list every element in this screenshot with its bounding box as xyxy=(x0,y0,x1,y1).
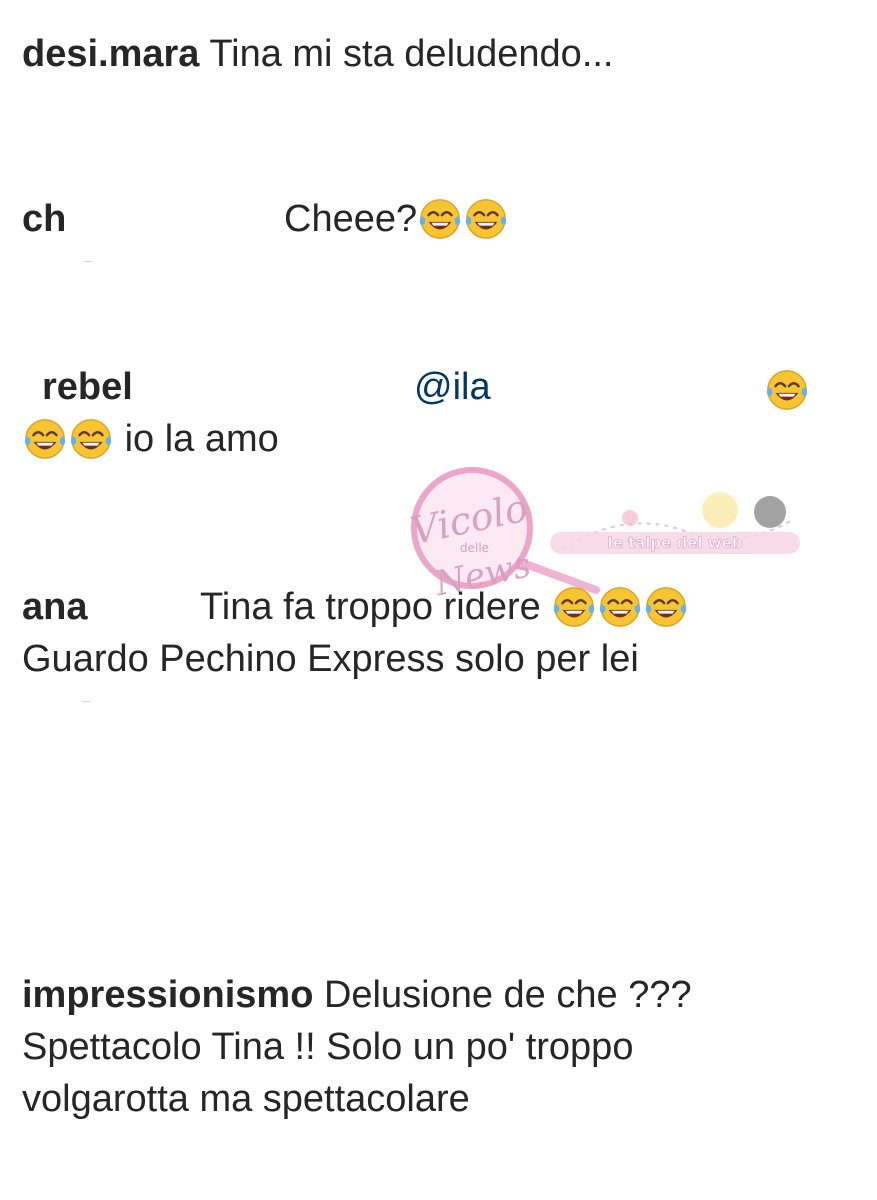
face-with-tears-of-joy-icon xyxy=(22,415,68,461)
comment-username[interactable]: rebel xyxy=(42,366,133,408)
comment-text-row: Tina fa troppo ridere xyxy=(200,581,689,633)
redaction-mark xyxy=(84,261,92,262)
comment-username[interactable]: ch xyxy=(22,198,66,240)
comment-text: Delusione de che ??? xyxy=(323,974,692,1016)
comment-impressionismo: impressionismo Delusione de che ??? xyxy=(22,969,692,1021)
comment-text-row: io la amo xyxy=(22,413,279,465)
comment-username[interactable]: desi.mara xyxy=(22,33,199,75)
face-with-tears-of-joy-icon xyxy=(417,195,463,241)
comment-desi-mara: desi.mara Tina mi sta deludendo... xyxy=(22,28,614,80)
comment-text: volgarotta ma spettacolare xyxy=(22,1078,470,1120)
face-with-tears-of-joy-icon xyxy=(643,583,689,629)
mention-row: @ila xyxy=(414,361,491,413)
comment-rebel: rebel xyxy=(42,361,133,413)
comment-text-row: Guardo Pechino Express solo per lei xyxy=(22,633,639,685)
comment-text-row: Cheee? xyxy=(284,193,509,245)
face-with-tears-of-joy-icon xyxy=(463,195,509,241)
comment-ana: ana xyxy=(22,581,87,633)
comment-text: Tina fa troppo ridere xyxy=(200,586,541,628)
comment-text: Tina mi sta deludendo... xyxy=(209,33,614,75)
comment-text: Cheee? xyxy=(284,198,418,240)
face-with-tears-of-joy-icon xyxy=(764,366,810,412)
comment-username[interactable]: ana xyxy=(22,586,87,628)
face-with-tears-of-joy-icon xyxy=(597,583,643,629)
comment-thread-screenshot: { "comments": [ { "user": "desi.mara", "… xyxy=(0,0,877,1200)
comment-username[interactable]: impressionismo xyxy=(22,974,313,1016)
watermark-banner: le talpe del web xyxy=(607,534,742,552)
mention-link[interactable]: @ila xyxy=(414,366,491,408)
comment-text-row: volgarotta ma spettacolare xyxy=(22,1073,470,1125)
comment-text-row: Spettacolo Tina !! Solo un po' troppo xyxy=(22,1021,633,1073)
comment-text: Spettacolo Tina !! Solo un po' troppo xyxy=(22,1026,634,1068)
comment-text: io la amo xyxy=(124,418,279,460)
comment-text: Guardo Pechino Express solo per lei xyxy=(22,638,639,680)
face-with-tears-of-joy-icon xyxy=(551,583,597,629)
redaction-mark xyxy=(82,701,90,702)
face-with-tears-of-joy-icon xyxy=(68,415,114,461)
comment-ch: ch xyxy=(22,193,66,245)
watermark-logo-word: delle xyxy=(460,541,489,555)
